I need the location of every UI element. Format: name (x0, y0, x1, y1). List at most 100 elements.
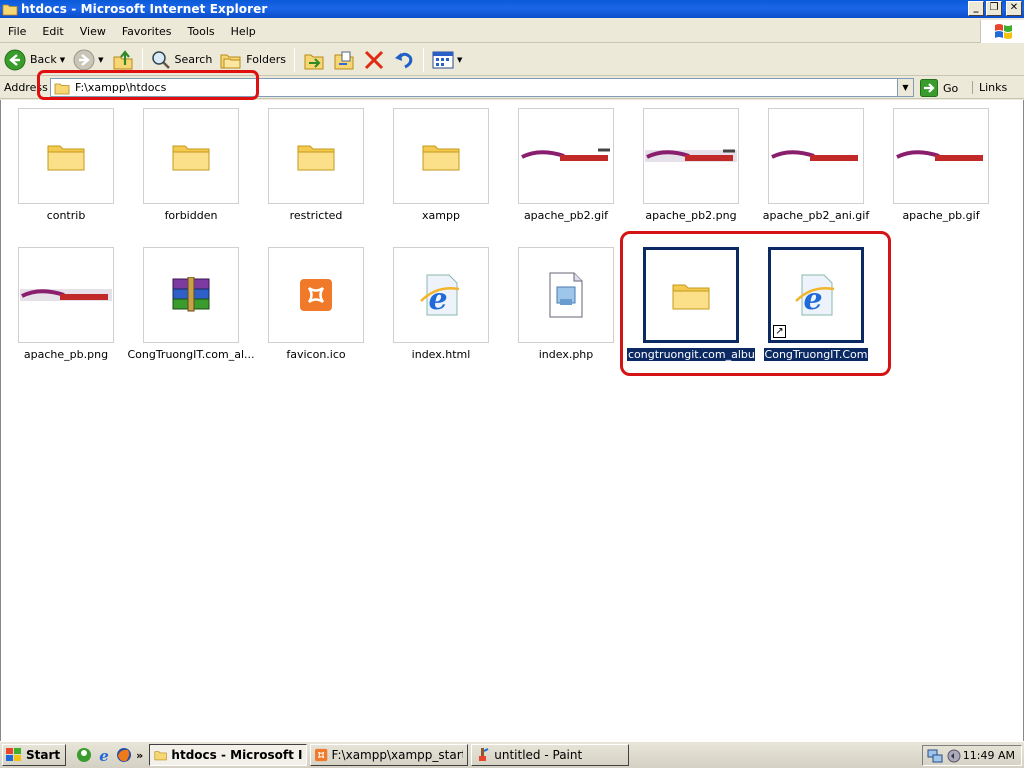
file-label: forbidden (164, 209, 218, 222)
move-to-icon (304, 54, 324, 69)
xampp-icon (300, 279, 332, 311)
file-item-apache-pb2-gif[interactable]: apache_pb2.gif (502, 100, 626, 230)
msn-icon[interactable] (76, 747, 92, 763)
toolbar-separator (294, 47, 296, 72)
file-item-xampp[interactable]: xampp (377, 100, 501, 230)
file-label: apache_pb2.png (645, 209, 737, 222)
delete-icon (364, 50, 384, 69)
chevron-down-icon[interactable]: ▼ (60, 56, 65, 64)
thumbnail (18, 247, 114, 343)
document-icon (549, 272, 583, 318)
windows-logo-icon (6, 748, 21, 761)
file-item-apache-pb-gif[interactable]: apache_pb.gif (877, 100, 1001, 230)
task-htdocs-explorer[interactable]: htdocs - Microsoft Int... (149, 744, 308, 766)
paint-icon (479, 748, 489, 761)
menu-file[interactable]: File (0, 25, 34, 38)
folder-icon (47, 145, 85, 171)
file-label: favicon.ico (286, 348, 346, 361)
apache-powered-logo-icon (645, 149, 737, 162)
thumbnail (143, 247, 239, 343)
chevron-down-icon[interactable]: ▼ (98, 56, 103, 64)
minimize-button[interactable]: _ (968, 1, 984, 16)
file-item-index-html[interactable]: e index.html (377, 239, 501, 369)
folder-icon (297, 145, 335, 171)
file-item-forbidden[interactable]: forbidden (127, 100, 251, 230)
folder-icon (154, 751, 167, 761)
file-item-index-php[interactable]: index.php (502, 239, 626, 369)
file-item-contrib[interactable]: contrib (2, 100, 126, 230)
file-label: restricted (289, 209, 343, 222)
folder-icon (172, 145, 210, 171)
apache-powered-logo-icon (771, 150, 858, 161)
file-item-apache-pb2-ani-gif[interactable]: apache_pb2_ani.gif (752, 100, 876, 230)
system-tray: 11:49 AM (922, 745, 1022, 766)
file-label: apache_pb2.gif (523, 209, 609, 222)
restore-button[interactable]: ❐ (986, 1, 1002, 16)
volume-icon[interactable] (946, 748, 962, 764)
window-title: htdocs - Microsoft Internet Explorer (21, 2, 268, 16)
up-folder-icon (113, 49, 132, 69)
close-button[interactable]: ✕ (1006, 1, 1022, 16)
copy-to-icon (334, 51, 354, 69)
file-item-favicon[interactable]: favicon.ico (252, 239, 376, 369)
thumbnail (18, 108, 114, 204)
file-label: index.php (538, 348, 594, 361)
task-xampp-start[interactable]: F:\xampp\xampp_start.... (310, 744, 469, 766)
thumbnail (643, 108, 739, 204)
apache-powered-logo-icon (896, 150, 983, 161)
file-label: CongTruongIT.com_al... (127, 348, 255, 361)
start-label: Start (26, 748, 61, 762)
menu-edit[interactable]: Edit (34, 25, 71, 38)
start-button[interactable]: Start (2, 744, 67, 766)
go-label: Go (943, 81, 959, 95)
apache-powered-logo-icon (20, 289, 112, 301)
svg-text:e: e (99, 747, 109, 763)
quick-launch-chevron-icon[interactable]: » (136, 749, 143, 762)
go-arrow-icon (920, 79, 938, 97)
clock: 11:49 AM (962, 749, 1015, 762)
folders-label: Folders (246, 53, 287, 66)
copy-to-button[interactable] (329, 46, 359, 74)
file-item-apache-pb-png[interactable]: apache_pb.png (2, 239, 126, 369)
views-button[interactable]: ▼ (428, 46, 466, 74)
winrar-archive-icon (172, 277, 210, 312)
file-item-restricted[interactable]: restricted (252, 100, 376, 230)
thumbnail (268, 108, 364, 204)
menu-favorites[interactable]: Favorites (114, 25, 180, 38)
file-label: contrib (46, 209, 86, 222)
file-item-apache-pb2-png[interactable]: apache_pb2.png (627, 100, 751, 230)
svg-text:e: e (428, 282, 447, 317)
internet-explorer-icon: e (420, 274, 460, 317)
search-label: Search (174, 53, 213, 66)
taskbar: Start e » htdocs - Microsoft Int... F:\x… (0, 741, 1024, 768)
windows-logo-icon (980, 20, 1024, 43)
file-label: apache_pb.png (23, 348, 109, 361)
network-icon[interactable] (927, 748, 943, 764)
address-dropdown-icon[interactable]: ▼ (897, 79, 913, 96)
menu-tools[interactable]: Tools (180, 25, 223, 38)
menu-view[interactable]: View (72, 25, 114, 38)
move-to-button[interactable] (299, 46, 329, 74)
thumbnail (268, 247, 364, 343)
thumbnail (518, 247, 614, 343)
internet-explorer-icon[interactable]: e (96, 747, 112, 763)
delete-button[interactable] (359, 46, 389, 74)
file-label: apache_pb.gif (902, 209, 980, 222)
thumbnail (768, 108, 864, 204)
xampp-icon (315, 748, 328, 762)
links-button[interactable]: Links (972, 81, 1007, 94)
chevron-down-icon[interactable]: ▼ (457, 56, 462, 64)
go-button[interactable]: Go (920, 79, 958, 97)
file-item-rar-archive[interactable]: CongTruongIT.com_al... (127, 239, 255, 369)
back-arrow-icon (4, 49, 26, 70)
search-icon (151, 50, 170, 69)
task-paint[interactable]: untitled - Paint (471, 744, 630, 766)
forward-arrow-icon (73, 49, 95, 70)
thumbnail (393, 108, 489, 204)
address-highlight-annotation (37, 70, 259, 100)
menu-help[interactable]: Help (223, 25, 264, 38)
firefox-icon[interactable] (116, 747, 132, 763)
thumbnail (518, 108, 614, 204)
file-list-view[interactable]: contrib forbidden restricted xampp apach… (0, 100, 1024, 741)
undo-button[interactable] (389, 46, 419, 74)
